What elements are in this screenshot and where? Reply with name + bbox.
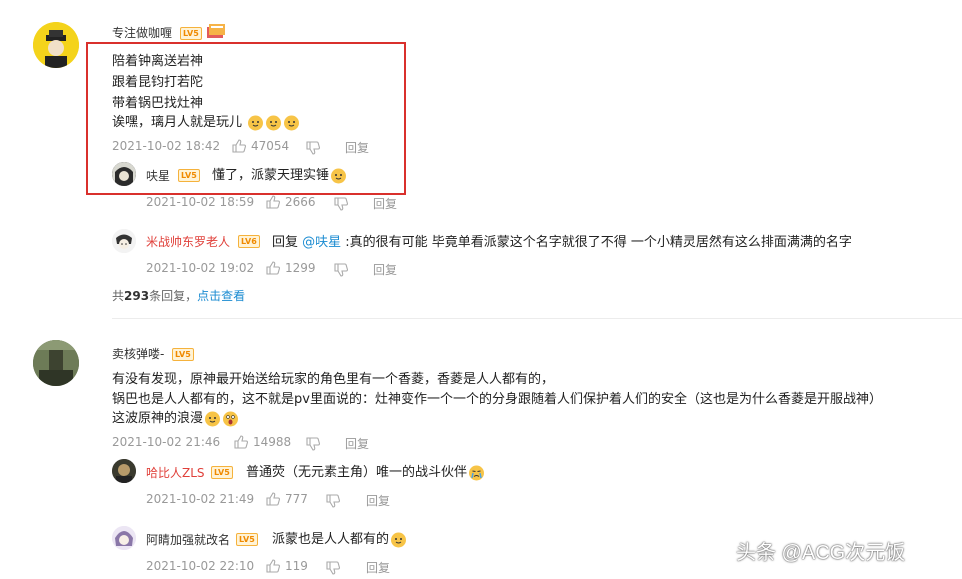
reply-summary: 共293条回复，点击查看 bbox=[112, 287, 245, 304]
reply-date: 2021-10-02 18:59 bbox=[146, 195, 255, 209]
divider bbox=[112, 318, 962, 319]
reply-text: :真的很有可能 毕竟单看派蒙这个名字就很了不得 一个小精灵居然有这么排面满满的名… bbox=[341, 235, 852, 250]
cat-emoji-icon bbox=[204, 410, 221, 427]
cat-emoji-icon bbox=[247, 114, 264, 131]
thumbs-down-icon[interactable] bbox=[326, 560, 340, 575]
level-badge: LV5 bbox=[172, 348, 194, 361]
reply-text-row: 回复 @呋星 :真的很有可能 毕竟单看派蒙这个名字就很了不得 一个小精灵居然有这… bbox=[272, 231, 852, 250]
like-count: 777 bbox=[285, 492, 308, 506]
comment-line: 诶嘿，璃月人就是玩儿 bbox=[112, 111, 300, 131]
summary-count: 293 bbox=[124, 289, 150, 303]
reply-button[interactable]: 回复 bbox=[366, 559, 390, 576]
thumbs-up-icon[interactable] bbox=[266, 491, 280, 506]
summary-prefix: 共 bbox=[112, 289, 125, 303]
summary-suffix: 条回复， bbox=[149, 289, 198, 303]
comment-line: 陪着钟离送岩神 bbox=[112, 54, 204, 69]
reply-text: 派蒙也是人人都有的 bbox=[272, 532, 390, 547]
reply-username[interactable]: 米战帅东罗老人 bbox=[146, 233, 230, 250]
avatar[interactable] bbox=[112, 526, 136, 550]
like-count: 14988 bbox=[253, 435, 292, 449]
comment-line: 有没有发现，原神最开始送给玩家的角色里有一个香菱，香菱是人人都有的， bbox=[112, 372, 555, 387]
mention-link[interactable]: @呋星 bbox=[302, 235, 341, 250]
like-count: 2666 bbox=[285, 195, 316, 209]
thumbs-up-icon[interactable] bbox=[266, 194, 280, 209]
reply-date: 2021-10-02 22:10 bbox=[146, 559, 255, 573]
avatar[interactable] bbox=[33, 340, 79, 386]
comment-line: 跟着昆钧打若陀 bbox=[112, 75, 204, 90]
level-badge: LV5 bbox=[211, 466, 233, 479]
level-badge: LV5 bbox=[178, 169, 200, 182]
comment-date: 2021-10-02 21:46 bbox=[112, 435, 221, 449]
thumbs-down-icon[interactable] bbox=[326, 493, 340, 508]
reply-username[interactable]: 阿睛加强就改名 bbox=[146, 531, 230, 548]
comment-text: 这波原神的浪漫 bbox=[112, 411, 204, 426]
level-badge: LV6 bbox=[238, 235, 260, 248]
cat-emoji-icon bbox=[390, 531, 407, 548]
reply-text-row: 派蒙也是人人都有的 bbox=[272, 528, 407, 548]
reply-button[interactable]: 回复 bbox=[373, 195, 397, 212]
reply-date: 2021-10-02 19:02 bbox=[146, 261, 255, 275]
reply-button[interactable]: 回复 bbox=[345, 139, 369, 156]
reply-text: 懂了，派蒙天理实锤 bbox=[212, 168, 330, 183]
comment-line: 这波原神的浪漫 bbox=[112, 407, 239, 427]
comment-username[interactable]: 专注做咖喱 bbox=[112, 24, 172, 41]
reply-prefix: 回复 bbox=[272, 235, 303, 250]
like-count: 1299 bbox=[285, 261, 316, 275]
reply-username[interactable]: 哈比人ZLS bbox=[146, 464, 205, 481]
like-count: 47054 bbox=[251, 139, 290, 153]
reply-date: 2021-10-02 21:49 bbox=[146, 492, 255, 506]
view-replies-link[interactable]: 点击查看 bbox=[197, 289, 245, 303]
thumbs-up-icon[interactable] bbox=[232, 138, 246, 153]
cat-emoji-icon bbox=[283, 114, 300, 131]
thumbs-down-icon[interactable] bbox=[334, 262, 348, 277]
comment-date: 2021-10-02 18:42 bbox=[112, 139, 221, 153]
book-badge-icon bbox=[206, 22, 226, 44]
avatar[interactable] bbox=[33, 22, 79, 68]
thumbs-down-icon[interactable] bbox=[306, 140, 320, 155]
reply-button[interactable]: 回复 bbox=[366, 492, 390, 509]
thumbs-up-icon[interactable] bbox=[266, 558, 280, 573]
level-badge: LV5 bbox=[180, 27, 202, 40]
comment-line: 带着锅巴找灶神 bbox=[112, 96, 204, 111]
reply-button[interactable]: 回复 bbox=[373, 261, 397, 278]
thumbs-down-icon[interactable] bbox=[334, 196, 348, 211]
reply-text-row: 普通荧（无元素主角）唯一的战斗伙伴 bbox=[246, 461, 485, 481]
comment-line: 锅巴也是人人都有的，这不就是pv里面说的：灶神变作一个一个的分身跟随着人们保护着… bbox=[112, 392, 882, 407]
avatar[interactable] bbox=[112, 162, 136, 186]
reply-text: 普通荧（无元素主角）唯一的战斗伙伴 bbox=[246, 465, 468, 480]
comment-text: 诶嘿，璃月人就是玩儿 bbox=[112, 115, 243, 130]
comment-username[interactable]: 卖核弹喽- bbox=[112, 345, 164, 362]
avatar[interactable] bbox=[112, 459, 136, 483]
thumbs-down-icon[interactable] bbox=[306, 436, 320, 451]
avatar[interactable] bbox=[112, 229, 136, 253]
cat-emoji-icon bbox=[265, 114, 282, 131]
level-badge: LV5 bbox=[236, 533, 258, 546]
reply-username[interactable]: 呋星 bbox=[146, 167, 170, 184]
watermark: 头条 @ACG次元饭 bbox=[736, 542, 906, 564]
crying-emoji-icon bbox=[468, 464, 485, 481]
reply-button[interactable]: 回复 bbox=[345, 435, 369, 452]
like-count: 119 bbox=[285, 559, 308, 573]
scared-emoji-icon bbox=[222, 410, 239, 427]
reply-text-row: 懂了，派蒙天理实锤 bbox=[212, 164, 347, 184]
thumbs-up-icon[interactable] bbox=[234, 434, 248, 449]
cat-emoji-icon bbox=[330, 167, 347, 184]
thumbs-up-icon[interactable] bbox=[266, 260, 280, 275]
